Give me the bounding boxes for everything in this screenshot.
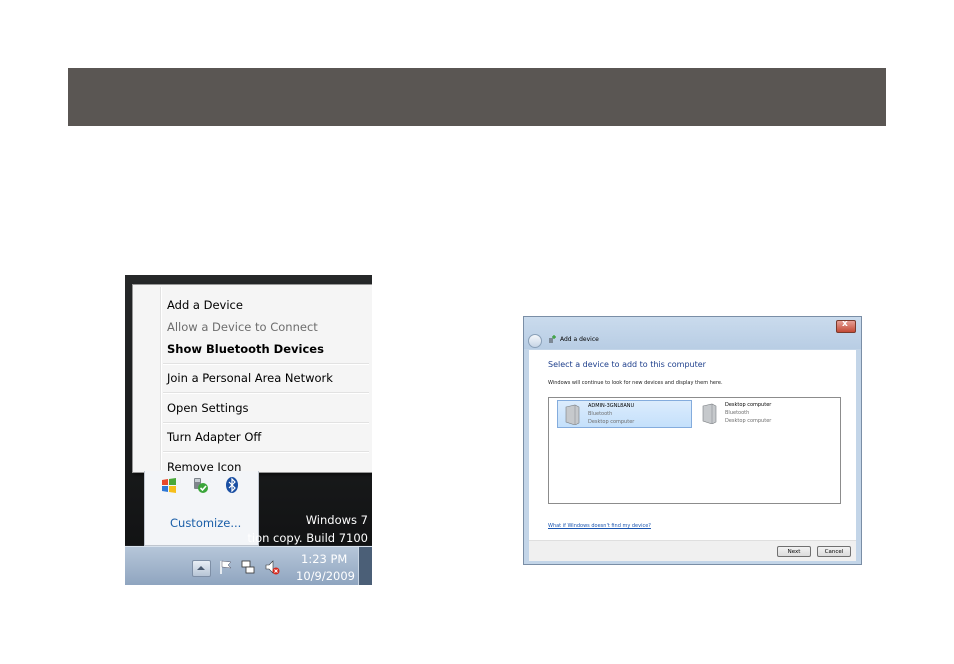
- close-icon: x: [842, 319, 848, 329]
- add-device-icon: [549, 335, 556, 343]
- clock-date[interactable]: 10/9/2009: [296, 569, 355, 583]
- dialog-heading: Select a device to add to this computer: [548, 360, 706, 369]
- device-connection: Bluetooth: [725, 410, 750, 416]
- action-center-flag-icon[interactable]: [218, 559, 234, 575]
- menu-item-join-pan[interactable]: Join a Personal Area Network: [167, 371, 333, 385]
- device-kind: Desktop computer: [725, 418, 772, 424]
- back-button[interactable]: [528, 334, 542, 348]
- device-name: Desktop computer: [725, 402, 772, 408]
- desktop-computer-icon: [702, 403, 717, 424]
- menu-item-allow-device: Allow a Device to Connect: [167, 320, 318, 334]
- menu-gutter: [160, 287, 162, 470]
- device-connection: Bluetooth: [588, 411, 613, 417]
- close-button[interactable]: x: [836, 319, 856, 333]
- device-name: ADMIN-3GNL8ANU: [588, 403, 635, 409]
- dialog-subtext: Windows will continue to look for new de…: [548, 380, 723, 386]
- next-button[interactable]: Next: [777, 546, 811, 557]
- menu-item-turn-adapter-off[interactable]: Turn Adapter Off: [167, 430, 261, 444]
- dialog-title: Add a device: [560, 336, 599, 343]
- notification-overflow-popup: Customize...: [144, 471, 259, 546]
- windows-flag-icon[interactable]: [160, 476, 178, 494]
- header-bar: [68, 68, 886, 126]
- network-icon[interactable]: [240, 559, 256, 575]
- overflow-icons: [145, 471, 258, 501]
- menu-item-show-bluetooth-devices[interactable]: Show Bluetooth Devices: [167, 342, 324, 356]
- help-link[interactable]: What if Windows doesn't find my device?: [548, 523, 651, 529]
- device-item[interactable]: ADMIN-3GNL8ANU Bluetooth Desktop compute…: [557, 400, 692, 428]
- dialog-titlebar: x Add a device: [524, 317, 861, 349]
- menu-separator: [163, 392, 369, 394]
- device-kind: Desktop computer: [588, 419, 635, 425]
- add-device-dialog: x Add a device Select a device to add to…: [523, 316, 862, 565]
- desktop-computer-icon: [565, 404, 580, 425]
- device-item[interactable]: Desktop computer Bluetooth Desktop compu…: [695, 400, 830, 428]
- menu-item-open-settings[interactable]: Open Settings: [167, 401, 249, 415]
- clock-time[interactable]: 1:23 PM: [301, 552, 347, 566]
- menu-separator: [163, 422, 369, 424]
- show-desktop-button[interactable]: [358, 547, 372, 585]
- os-name-watermark: Windows 7: [305, 513, 368, 527]
- dialog-body: Select a device to add to this computer …: [529, 350, 856, 540]
- volume-muted-icon[interactable]: [264, 559, 280, 575]
- bluetooth-context-menu: Add a Device Allow a Device to Connect S…: [132, 284, 372, 474]
- network-shield-icon[interactable]: [191, 476, 209, 494]
- menu-item-add-device[interactable]: Add a Device: [167, 298, 243, 312]
- device-list: ADMIN-3GNL8ANU Bluetooth Desktop compute…: [548, 397, 841, 504]
- customize-link[interactable]: Customize...: [170, 516, 241, 530]
- cancel-button[interactable]: Cancel: [817, 546, 851, 557]
- menu-separator: [163, 451, 369, 453]
- show-hidden-icons-button[interactable]: [192, 560, 211, 577]
- dialog-footer: Next Cancel: [529, 540, 856, 561]
- taskbar: 1:23 PM 10/9/2009: [125, 546, 372, 585]
- taskbar-screenshot: Add a Device Allow a Device to Connect S…: [125, 275, 372, 585]
- menu-separator: [163, 363, 369, 365]
- bluetooth-icon[interactable]: [223, 476, 241, 494]
- chevron-up-icon: [197, 566, 205, 570]
- build-watermark: tion copy. Build 7100: [247, 531, 368, 545]
